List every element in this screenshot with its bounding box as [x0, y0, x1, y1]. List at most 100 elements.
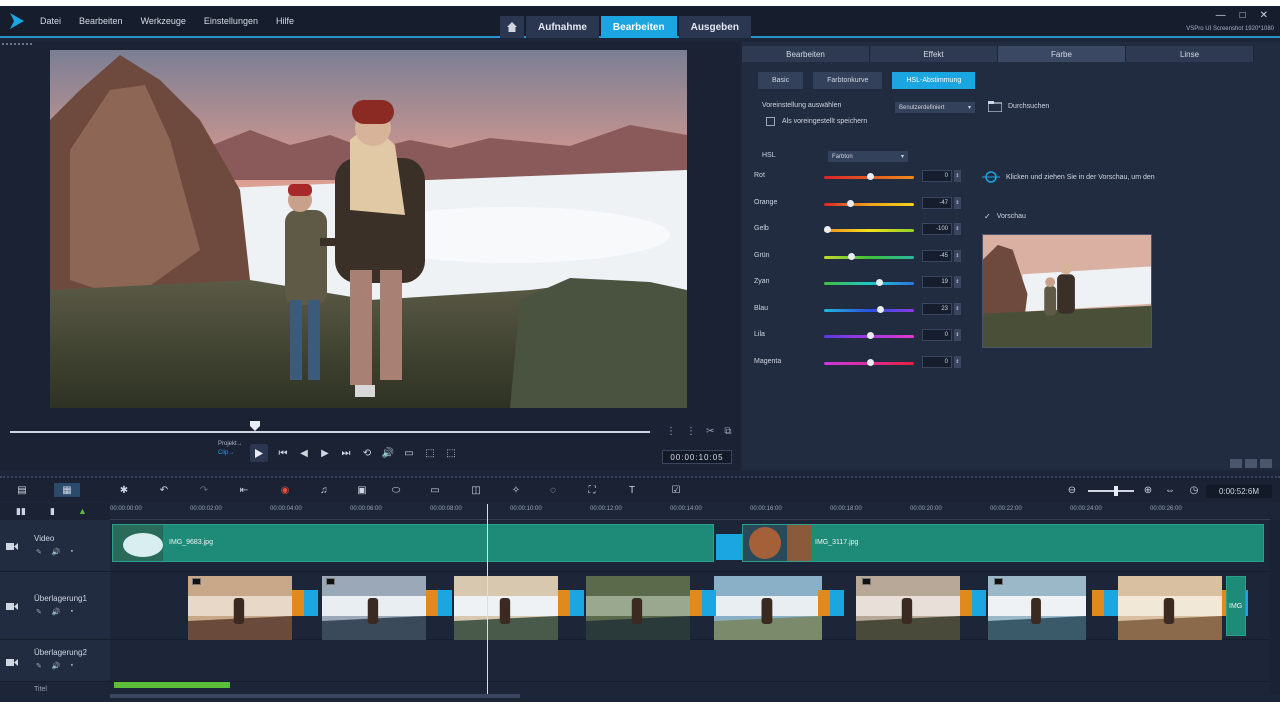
overlay-photo-clip[interactable]	[322, 576, 426, 644]
crop-button[interactable]: ⛶	[584, 483, 600, 497]
slider-knob[interactable]	[824, 226, 831, 233]
tab-bearbeiten[interactable]: Bearbeiten	[742, 46, 870, 62]
menu-hilfe[interactable]: Hilfe	[276, 16, 294, 26]
preset-dropdown[interactable]: Benutzerdefiniert ▾	[895, 102, 975, 113]
slider-knob[interactable]	[867, 358, 874, 366]
edit-icon[interactable]: ✎	[36, 608, 42, 616]
transition-block[interactable]	[716, 534, 742, 560]
overlay-photo-clip[interactable]: IMG	[1226, 576, 1246, 636]
zoom-out-button[interactable]: ⊖	[1064, 483, 1080, 497]
overlay-photo-clip[interactable]	[714, 576, 822, 644]
repeat-button[interactable]: ⟲	[361, 447, 373, 459]
browse-button[interactable]: Durchsuchen	[988, 101, 1049, 112]
preview-checkbox-row[interactable]: ✓ Vorschau	[984, 212, 1026, 221]
slider-value[interactable]: -47	[922, 196, 952, 209]
redo-button[interactable]: ↷	[196, 483, 212, 497]
volume-button[interactable]: 🔊	[382, 447, 394, 459]
fit-timeline-button[interactable]: ⇔	[1162, 483, 1178, 497]
timeline-duration[interactable]: 0:00:52:6M	[1206, 485, 1272, 498]
target-adjust-icon[interactable]	[982, 170, 1000, 184]
slider-value[interactable]: 19	[922, 276, 952, 288]
go-end-button[interactable]: ⏭	[340, 447, 352, 459]
zoom-slider-knob[interactable]	[1114, 486, 1118, 496]
subtab-hsl[interactable]: HSL-Abstimmung	[892, 72, 976, 89]
speaker-icon[interactable]: 🔊	[52, 548, 61, 556]
slider-knob[interactable]	[867, 332, 874, 339]
spinner-icon[interactable]: ⇕	[954, 249, 961, 262]
slider-value[interactable]: 23	[922, 302, 952, 315]
overlay-photo-clip[interactable]	[1118, 576, 1222, 644]
hsl-mode-dropdown[interactable]: Farbton ▾	[828, 151, 908, 162]
chapter-icon[interactable]: ▮	[50, 506, 55, 517]
slider-knob[interactable]	[848, 252, 856, 260]
tab-effekt[interactable]: Effekt	[870, 46, 998, 62]
menu-einstellungen[interactable]: Einstellungen	[204, 16, 258, 26]
zoom-in-button[interactable]: ⊕	[1140, 483, 1156, 497]
transition-block[interactable]	[558, 590, 584, 616]
next-frame-button[interactable]: ▶	[319, 447, 331, 459]
split-view-icon[interactable]	[1230, 459, 1242, 468]
lock-icon[interactable]: ▪	[71, 662, 73, 670]
title-clip[interactable]	[114, 682, 230, 688]
slider-value[interactable]: 0	[922, 355, 952, 368]
overlay-photo-clip[interactable]	[188, 576, 292, 644]
preview-scrub-bar[interactable]	[10, 431, 650, 433]
transition-block[interactable]	[292, 590, 318, 616]
spinner-icon[interactable]: ⇕	[954, 302, 961, 315]
storyboard-view-button[interactable]: ▤	[14, 483, 30, 497]
subtab-basic[interactable]: Basic	[758, 72, 804, 89]
slider-value[interactable]: -100	[922, 223, 952, 235]
spinner-icon[interactable]: ⇕	[954, 223, 961, 235]
mask-button[interactable]: ✧	[508, 483, 524, 497]
speaker-icon[interactable]: 🔊	[52, 662, 61, 670]
vertical-scrollbar[interactable]	[1270, 520, 1280, 694]
spinner-icon[interactable]: ⇕	[954, 355, 961, 368]
spinner-icon[interactable]: ⇕	[954, 329, 961, 341]
snapshot-button[interactable]: ⬚	[445, 447, 457, 459]
hd-button[interactable]: ▭	[403, 447, 415, 459]
tab-linse[interactable]: Linse	[1126, 46, 1254, 62]
slider-track[interactable]	[824, 202, 914, 206]
subtitle-button[interactable]: ▭	[427, 483, 443, 497]
scrub-knob-icon[interactable]	[250, 421, 260, 431]
edit-icon[interactable]: ✎	[36, 548, 42, 556]
transition-block[interactable]	[426, 590, 452, 616]
lock-icon[interactable]: ▪	[71, 608, 73, 616]
slider-track[interactable]	[824, 308, 914, 312]
mark-out-icon[interactable]: ⋮	[686, 426, 696, 437]
slider-value[interactable]: -45	[922, 249, 952, 262]
slider-knob[interactable]	[877, 305, 885, 313]
split-icon[interactable]: ✂	[706, 426, 714, 437]
transition-block[interactable]	[1092, 590, 1118, 616]
slider-value[interactable]: 0	[922, 329, 952, 341]
title-3d-button[interactable]: T	[624, 483, 640, 497]
timeline-view-button[interactable]: ▦	[54, 483, 80, 497]
timeline-ruler[interactable]: 00:00:00:00 00:00:02:00 00:00:04:00 00:00:0…	[110, 503, 1270, 520]
spinner-icon[interactable]: ⇕	[954, 170, 961, 182]
menu-datei[interactable]: Datei	[40, 16, 61, 26]
record-button[interactable]: ◉	[277, 483, 293, 497]
slider-knob[interactable]	[875, 279, 883, 286]
slider-knob[interactable]	[847, 199, 855, 207]
project-clip-toggle[interactable]: Projekt→ Clip→	[218, 440, 243, 458]
auto-music-button[interactable]: ♫	[316, 483, 332, 497]
slider-track[interactable]	[824, 229, 914, 232]
home-button[interactable]	[500, 16, 524, 38]
save-preset-checkbox[interactable]	[766, 117, 775, 126]
track-manager-icon[interactable]: ▮▮	[16, 506, 26, 517]
fit-project-button[interactable]: ⇤	[236, 483, 252, 497]
clock-button[interactable]: ◷	[1186, 483, 1202, 497]
spinner-icon[interactable]: ⇕	[954, 276, 961, 288]
slider-value[interactable]: 0	[922, 170, 952, 182]
mode-aufnahme-button[interactable]: Aufnahme	[526, 16, 599, 38]
overlay-photo-clip[interactable]	[454, 576, 558, 644]
aspect-button[interactable]: ⬚	[424, 447, 436, 459]
mode-ausgeben-button[interactable]: Ausgeben	[678, 16, 751, 38]
split-screen-button[interactable]: ◫	[468, 483, 484, 497]
panel-grip[interactable]	[2, 43, 32, 45]
video-clip[interactable]: IMG_9683.jpg	[112, 524, 714, 562]
track-motion-button[interactable]: ◌	[545, 483, 561, 497]
prev-frame-button[interactable]: ◀	[298, 447, 310, 459]
transition-block[interactable]	[818, 590, 844, 616]
close-icon[interactable]: ✕	[1260, 10, 1268, 21]
